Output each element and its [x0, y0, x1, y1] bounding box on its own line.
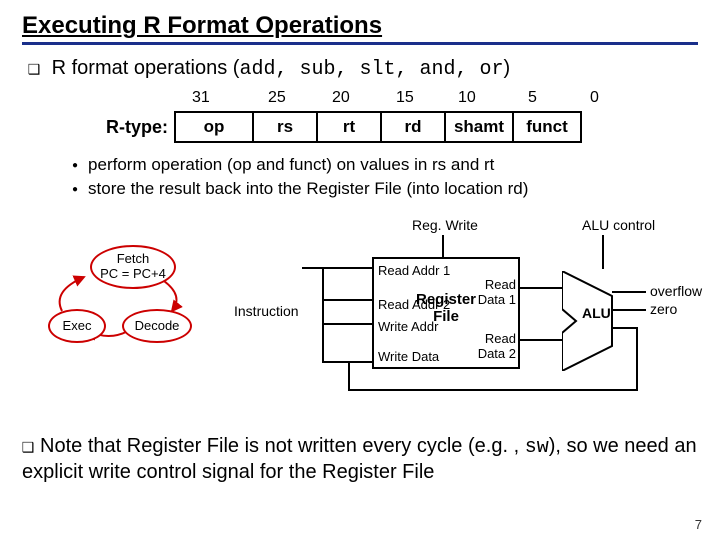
- bit-5: 5: [528, 89, 537, 107]
- page-number: 7: [695, 517, 702, 532]
- field-rt: rt: [317, 112, 381, 142]
- wire: [348, 389, 638, 391]
- field-op: op: [175, 112, 253, 142]
- instruction-label: Instruction: [234, 303, 299, 319]
- sub-bullet-2: store the result back into the Register …: [72, 177, 698, 201]
- wire: [520, 339, 562, 341]
- sub-bullet-list: perform operation (op and funct) on valu…: [72, 153, 698, 201]
- field-layout-row: R-type: op rs rt rd shamt funct: [106, 111, 698, 143]
- sub-bullet-2-text: store the result back into the Register …: [88, 177, 528, 201]
- note-prefix: Note that Register File is not written e…: [40, 435, 525, 457]
- bullet-main: ❑ R format operations (add, sub, slt, an…: [28, 55, 698, 81]
- wire: [520, 287, 562, 289]
- register-file-block: Read Addr 1 Read Addr 2 Write Addr Write…: [372, 257, 520, 369]
- bullet-marker: ❑: [28, 55, 40, 79]
- wire-alucontrol: [602, 235, 604, 269]
- wire: [348, 361, 372, 363]
- bullet-marker: ❑: [22, 433, 34, 457]
- wire: [348, 361, 350, 391]
- bullet-ops: add, sub, slt, and, or: [239, 58, 503, 81]
- note-mono: sw: [525, 436, 549, 459]
- alu-shape-icon: [562, 271, 632, 371]
- rd2-l2: Data 2: [478, 346, 516, 361]
- bit-position-row: 31 25 20 15 10 5 0: [192, 89, 698, 109]
- wire-regwrite: [442, 235, 444, 257]
- field-rs: rs: [253, 112, 317, 142]
- bullet-text-suffix: ): [504, 57, 511, 79]
- write-addr-port: Write Addr: [378, 319, 438, 334]
- wire: [322, 267, 324, 363]
- fetch-node: Fetch PC = PC+4: [90, 245, 176, 289]
- alucontrol-signal-label: ALU control: [582, 217, 655, 233]
- bit-10: 10: [458, 89, 476, 107]
- wire: [302, 267, 372, 269]
- rd1-l1: Read: [478, 277, 516, 292]
- read-data-2-port: Read Data 2: [478, 331, 516, 361]
- rtype-label: R-type:: [106, 117, 168, 138]
- decode-node: Decode: [122, 309, 192, 343]
- bit-25: 25: [268, 89, 286, 107]
- slide-title: Executing R Format Operations: [22, 12, 698, 45]
- exec-node: Exec: [48, 309, 106, 343]
- sub-bullet-1-text: perform operation (op and funct) on valu…: [88, 153, 494, 177]
- wire: [322, 299, 372, 301]
- sub-bullet-1: perform operation (op and funct) on valu…: [72, 153, 698, 177]
- field-shamt: shamt: [445, 112, 513, 142]
- bullet-text-prefix: R format operations (: [52, 57, 240, 79]
- regwrite-signal-label: Reg. Write: [412, 217, 478, 233]
- read-addr-1-port: Read Addr 1: [378, 263, 450, 278]
- zero-output: zero: [650, 301, 677, 317]
- overflow-output: overflow: [650, 283, 702, 299]
- read-addr-2-port: Read Addr 2: [378, 297, 450, 312]
- datapath-diagram: Reg. Write ALU control Fetch PC = PC+4 E…: [22, 215, 698, 415]
- read-data-1-port: Read Data 1: [478, 277, 516, 307]
- field-table: op rs rt rd shamt funct: [174, 111, 582, 143]
- write-data-port: Write Data: [378, 349, 439, 364]
- alu-label: ALU: [582, 305, 611, 321]
- alu-block: [562, 271, 632, 376]
- wire: [612, 327, 638, 329]
- bit-31: 31: [192, 89, 210, 107]
- fetch-line2: PC = PC+4: [100, 267, 166, 281]
- wire: [612, 309, 646, 311]
- rd1-l2: Data 1: [478, 292, 516, 307]
- wire: [636, 327, 638, 391]
- bit-0: 0: [590, 89, 599, 107]
- wire: [612, 291, 646, 293]
- bit-20: 20: [332, 89, 350, 107]
- field-rd: rd: [381, 112, 445, 142]
- note-paragraph: ❑ Note that Register File is not written …: [22, 433, 698, 485]
- bit-15: 15: [396, 89, 414, 107]
- fetch-decode-exec-cycle: Fetch PC = PC+4 Exec Decode: [52, 255, 202, 355]
- fetch-line1: Fetch: [100, 252, 166, 266]
- rd2-l1: Read: [478, 331, 516, 346]
- wire: [322, 323, 372, 325]
- field-funct: funct: [513, 112, 581, 142]
